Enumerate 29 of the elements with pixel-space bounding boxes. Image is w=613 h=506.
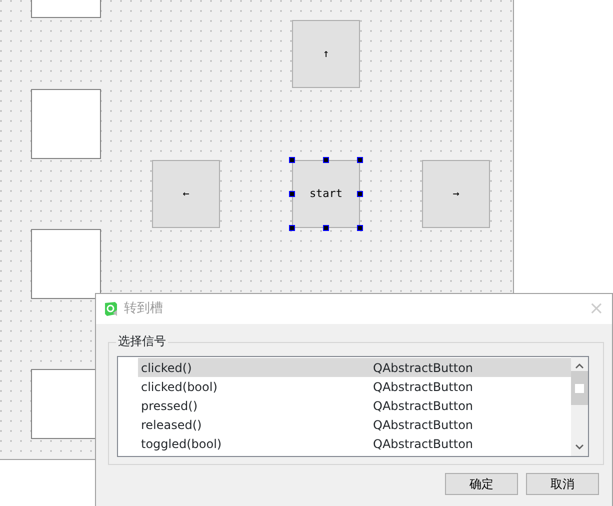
push-button[interactable]: start <box>292 160 360 228</box>
class-name: QAbstractButton <box>373 416 474 434</box>
class-name: QAbstractButton <box>373 398 474 414</box>
scroll-down-icon[interactable] <box>575 444 584 450</box>
signal-name: released() <box>141 416 203 434</box>
push-button[interactable]: → <box>422 160 490 228</box>
class-name: QAbstractButton <box>373 436 474 452</box>
dialog-button[interactable]: 确定 <box>445 473 518 495</box>
scroll-up-icon[interactable] <box>575 363 584 369</box>
class-name: QAbstractButton <box>373 360 474 376</box>
signal-row[interactable]: toggled(bool) QAbstractButton <box>138 434 571 453</box>
dialog-title: 转到槽 <box>124 300 163 318</box>
signal-name: clicked() <box>141 360 193 376</box>
push-button[interactable]: ← <box>152 160 220 228</box>
app-icon <box>104 301 118 317</box>
signal-row[interactable]: pressed() QAbstractButton <box>138 396 571 415</box>
signal-name: pressed() <box>141 398 199 414</box>
scrollbar[interactable] <box>571 357 588 456</box>
push-button[interactable]: ↑ <box>292 20 360 88</box>
signal-name: clicked(bool) <box>141 378 218 396</box>
frame-widget <box>31 89 101 159</box>
scroll-thumb[interactable] <box>571 371 588 405</box>
dialog-button[interactable]: 取消 <box>526 473 599 495</box>
signal-name: toggled(bool) <box>141 436 223 452</box>
signal-row[interactable]: clicked(bool) QAbstractButton <box>138 377 571 396</box>
group-label: 选择信号 <box>116 332 168 350</box>
class-name: QAbstractButton <box>373 378 474 396</box>
signal-row[interactable]: released() QAbstractButton <box>138 415 571 434</box>
signal-row[interactable]: clicked() QAbstractButton <box>138 358 571 377</box>
